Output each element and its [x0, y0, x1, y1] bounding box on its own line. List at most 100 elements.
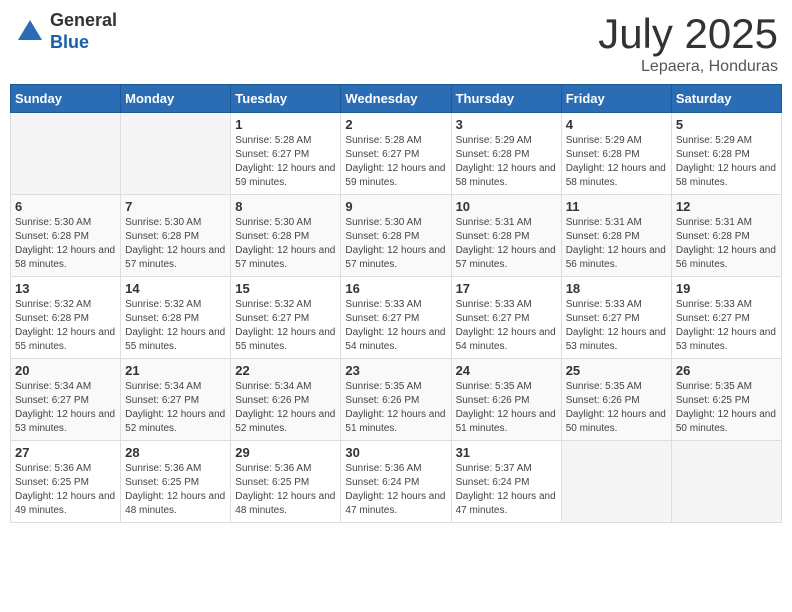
- day-number: 7: [125, 199, 226, 214]
- day-cell: 11Sunrise: 5:31 AMSunset: 6:28 PMDayligh…: [561, 195, 671, 277]
- day-number: 29: [235, 445, 336, 460]
- day-number: 8: [235, 199, 336, 214]
- weekday-header-tuesday: Tuesday: [231, 85, 341, 113]
- day-cell: 9 Sunrise: 5:30 AMSunset: 6:28 PMDaylight…: [341, 195, 451, 277]
- day-number: 13: [15, 281, 116, 296]
- logo-text: General Blue: [50, 10, 117, 53]
- day-info: Sunrise: 5:28 AMSunset: 6:27 PMDaylight:…: [235, 134, 336, 190]
- logo-general: General: [50, 10, 117, 32]
- day-info: Sunrise: 5:35 AMSunset: 6:25 PMDaylight:…: [676, 380, 777, 436]
- location: Lepaera, Honduras: [598, 58, 778, 76]
- day-info: Sunrise: 5:32 AMSunset: 6:28 PMDaylight:…: [125, 298, 226, 354]
- day-cell: 15 Sunrise: 5:32 AMSunset: 6:27 PMDayligh…: [231, 277, 341, 359]
- day-info: Sunrise: 5:34 AMSunset: 6:27 PMDaylight:…: [15, 380, 116, 436]
- week-row-2: 6 Sunrise: 5:30 AMSunset: 6:28 PMDaylight…: [11, 195, 782, 277]
- day-info: Sunrise: 5:36 AMSunset: 6:24 PMDaylight:…: [345, 462, 446, 518]
- day-info: Sunrise: 5:34 AMSunset: 6:27 PMDaylight:…: [125, 380, 226, 436]
- day-number: 30: [345, 445, 446, 460]
- day-info: Sunrise: 5:35 AMSunset: 6:26 PMDaylight:…: [345, 380, 446, 436]
- day-info: Sunrise: 5:32 AMSunset: 6:28 PMDaylight:…: [15, 298, 116, 354]
- day-cell: 23Sunrise: 5:35 AMSunset: 6:26 PMDayligh…: [341, 359, 451, 441]
- day-number: 18: [566, 281, 667, 296]
- day-number: 27: [15, 445, 116, 460]
- day-cell: 10Sunrise: 5:31 AMSunset: 6:28 PMDayligh…: [451, 195, 561, 277]
- day-info: Sunrise: 5:32 AMSunset: 6:27 PMDaylight:…: [235, 298, 336, 354]
- day-info: Sunrise: 5:36 AMSunset: 6:25 PMDaylight:…: [235, 462, 336, 518]
- day-info: Sunrise: 5:30 AMSunset: 6:28 PMDaylight:…: [235, 216, 336, 272]
- logo: General Blue: [14, 10, 117, 53]
- day-number: 25: [566, 363, 667, 378]
- day-cell: 5 Sunrise: 5:29 AMSunset: 6:28 PMDaylight…: [671, 113, 781, 195]
- week-row-1: 1Sunrise: 5:28 AMSunset: 6:27 PMDaylight…: [11, 113, 782, 195]
- day-number: 9: [345, 199, 446, 214]
- day-cell: 7 Sunrise: 5:30 AMSunset: 6:28 PMDaylight…: [121, 195, 231, 277]
- day-cell: 3 Sunrise: 5:29 AMSunset: 6:28 PMDaylight…: [451, 113, 561, 195]
- day-number: 4: [566, 117, 667, 132]
- day-info: Sunrise: 5:29 AMSunset: 6:28 PMDaylight:…: [566, 134, 667, 190]
- day-info: Sunrise: 5:29 AMSunset: 6:28 PMDaylight:…: [456, 134, 557, 190]
- day-number: 17: [456, 281, 557, 296]
- day-number: 11: [566, 199, 667, 214]
- day-cell: 29 Sunrise: 5:36 AMSunset: 6:25 PMDayligh…: [231, 441, 341, 523]
- week-row-5: 27 Sunrise: 5:36 AMSunset: 6:25 PMDayligh…: [11, 441, 782, 523]
- day-info: Sunrise: 5:33 AMSunset: 6:27 PMDaylight:…: [676, 298, 777, 354]
- day-cell: 28 Sunrise: 5:36 AMSunset: 6:25 PMDayligh…: [121, 441, 231, 523]
- day-info: Sunrise: 5:29 AMSunset: 6:28 PMDaylight:…: [676, 134, 777, 190]
- day-cell: 2 Sunrise: 5:28 AMSunset: 6:27 PMDaylight…: [341, 113, 451, 195]
- day-cell: 17 Sunrise: 5:33 AMSunset: 6:27 PMDayligh…: [451, 277, 561, 359]
- weekday-header-sunday: Sunday: [11, 85, 121, 113]
- day-cell: 22 Sunrise: 5:34 AMSunset: 6:26 PMDayligh…: [231, 359, 341, 441]
- day-cell: 16Sunrise: 5:33 AMSunset: 6:27 PMDayligh…: [341, 277, 451, 359]
- day-info: Sunrise: 5:36 AMSunset: 6:25 PMDaylight:…: [15, 462, 116, 518]
- weekday-header-monday: Monday: [121, 85, 231, 113]
- day-cell: 8 Sunrise: 5:30 AMSunset: 6:28 PMDaylight…: [231, 195, 341, 277]
- day-info: Sunrise: 5:37 AMSunset: 6:24 PMDaylight:…: [456, 462, 557, 518]
- page-header: General Blue July 2025 Lepaera, Honduras: [10, 10, 782, 76]
- day-cell: [671, 441, 781, 523]
- day-info: Sunrise: 5:35 AMSunset: 6:26 PMDaylight:…: [456, 380, 557, 436]
- day-number: 3: [456, 117, 557, 132]
- day-cell: 27 Sunrise: 5:36 AMSunset: 6:25 PMDayligh…: [11, 441, 121, 523]
- day-cell: 14Sunrise: 5:32 AMSunset: 6:28 PMDayligh…: [121, 277, 231, 359]
- day-cell: 21Sunrise: 5:34 AMSunset: 6:27 PMDayligh…: [121, 359, 231, 441]
- day-cell: 6 Sunrise: 5:30 AMSunset: 6:28 PMDaylight…: [11, 195, 121, 277]
- day-number: 6: [15, 199, 116, 214]
- day-number: 28: [125, 445, 226, 460]
- day-info: Sunrise: 5:31 AMSunset: 6:28 PMDaylight:…: [456, 216, 557, 272]
- week-row-3: 13 Sunrise: 5:32 AMSunset: 6:28 PMDayligh…: [11, 277, 782, 359]
- title-block: July 2025 Lepaera, Honduras: [598, 10, 778, 76]
- day-number: 31: [456, 445, 557, 460]
- day-info: Sunrise: 5:30 AMSunset: 6:28 PMDaylight:…: [15, 216, 116, 272]
- day-number: 16: [345, 281, 446, 296]
- weekday-header-saturday: Saturday: [671, 85, 781, 113]
- day-info: Sunrise: 5:33 AMSunset: 6:27 PMDaylight:…: [566, 298, 667, 354]
- day-number: 19: [676, 281, 777, 296]
- day-info: Sunrise: 5:33 AMSunset: 6:27 PMDaylight:…: [456, 298, 557, 354]
- day-cell: [11, 113, 121, 195]
- day-cell: 24Sunrise: 5:35 AMSunset: 6:26 PMDayligh…: [451, 359, 561, 441]
- weekday-header-friday: Friday: [561, 85, 671, 113]
- day-number: 20: [15, 363, 116, 378]
- day-cell: 20 Sunrise: 5:34 AMSunset: 6:27 PMDayligh…: [11, 359, 121, 441]
- day-cell: [561, 441, 671, 523]
- month-title: July 2025: [598, 10, 778, 58]
- day-cell: 12 Sunrise: 5:31 AMSunset: 6:28 PMDayligh…: [671, 195, 781, 277]
- weekday-header-row: SundayMondayTuesdayWednesdayThursdayFrid…: [11, 85, 782, 113]
- day-info: Sunrise: 5:34 AMSunset: 6:26 PMDaylight:…: [235, 380, 336, 436]
- day-info: Sunrise: 5:35 AMSunset: 6:26 PMDaylight:…: [566, 380, 667, 436]
- weekday-header-wednesday: Wednesday: [341, 85, 451, 113]
- day-info: Sunrise: 5:28 AMSunset: 6:27 PMDaylight:…: [345, 134, 446, 190]
- day-info: Sunrise: 5:31 AMSunset: 6:28 PMDaylight:…: [676, 216, 777, 272]
- day-cell: 1Sunrise: 5:28 AMSunset: 6:27 PMDaylight…: [231, 113, 341, 195]
- day-number: 5: [676, 117, 777, 132]
- day-info: Sunrise: 5:36 AMSunset: 6:25 PMDaylight:…: [125, 462, 226, 518]
- day-number: 2: [345, 117, 446, 132]
- day-number: 15: [235, 281, 336, 296]
- day-number: 12: [676, 199, 777, 214]
- day-number: 22: [235, 363, 336, 378]
- day-info: Sunrise: 5:30 AMSunset: 6:28 PMDaylight:…: [125, 216, 226, 272]
- day-cell: 13 Sunrise: 5:32 AMSunset: 6:28 PMDayligh…: [11, 277, 121, 359]
- day-info: Sunrise: 5:30 AMSunset: 6:28 PMDaylight:…: [345, 216, 446, 272]
- day-cell: 4 Sunrise: 5:29 AMSunset: 6:28 PMDaylight…: [561, 113, 671, 195]
- day-cell: 19 Sunrise: 5:33 AMSunset: 6:27 PMDayligh…: [671, 277, 781, 359]
